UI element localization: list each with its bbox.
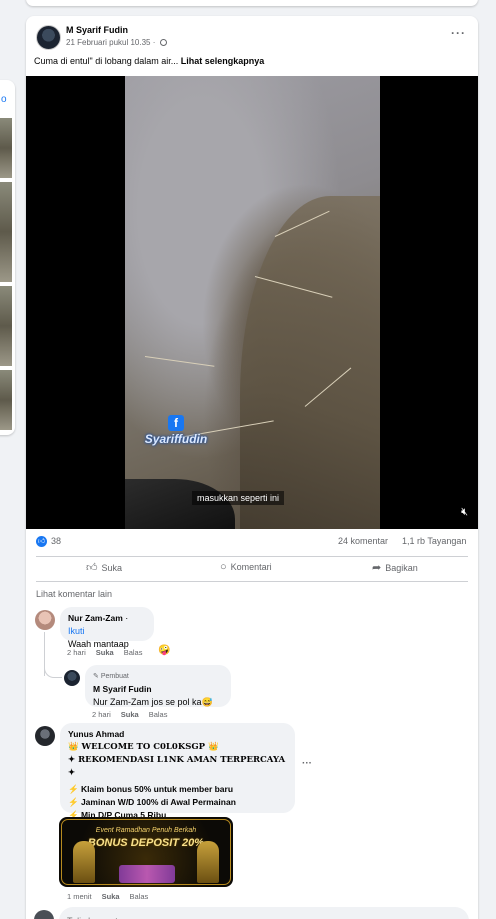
promo-gift-box (119, 865, 175, 883)
speech-bubble-icon: ○ (220, 561, 227, 573)
share-button[interactable]: ➦ Bagikan (372, 561, 418, 574)
comment-line: ✦ REKOMENDASI L1NK AMAN TERPERCAYA ✦ (68, 755, 286, 778)
author-badge: ✎ Pembuat (93, 673, 129, 680)
timestamp-text[interactable]: 21 Februari pukul 10.35 · (66, 38, 158, 47)
thumbnail-image[interactable] (0, 182, 12, 282)
post-header: M Syarif Fudin 21 Februari pukul 10.35 ·… (26, 16, 478, 56)
comment-reaction-icon[interactable]: 🤪 (158, 645, 170, 656)
author-badge-label: Pembuat (100, 673, 129, 680)
promo-figure (73, 841, 95, 883)
commenter-avatar[interactable] (35, 610, 55, 630)
comment-button[interactable]: ○ Komentari (220, 561, 272, 573)
thread-connector (44, 668, 62, 678)
comment-like-button[interactable]: Suka (102, 892, 120, 901)
reply-like-button[interactable]: Suka (121, 710, 139, 719)
like-button[interactable]: 👍︎ Suka (86, 561, 122, 574)
facebook-icon: f (168, 415, 184, 431)
comment-reply-button[interactable]: Balas (124, 648, 143, 657)
author-name[interactable]: M Syarif Fudin (66, 25, 128, 35)
thumbnail-image[interactable] (0, 118, 12, 178)
comment-bubble: Nur Zam-Zam · Ikuti Waah mantaap (60, 607, 154, 649)
comment-composer (26, 903, 478, 919)
comment-actions: 2 hari Suka Balas (67, 648, 142, 657)
comment-count[interactable]: 24 komentar (338, 536, 388, 546)
comment-header: Nur Zam-Zam · Ikuti (68, 613, 129, 636)
share-label: Bagikan (385, 562, 418, 573)
grass-stick (144, 356, 215, 367)
mute-icon[interactable]: 🔇︎ (461, 506, 468, 519)
author-avatar[interactable] (36, 25, 61, 50)
thumbs-up-icon: 👍︎ (86, 562, 98, 574)
video-player[interactable]: f Syariffudin masukkan seperti ini 🔇︎ (26, 76, 478, 529)
mud-bank (240, 196, 380, 529)
see-more-link[interactable]: Lihat selengkapnya (181, 56, 265, 66)
link-fragment: o (1, 94, 7, 105)
reply-text: Nur Zam-Zam jos se pol ka😅 (93, 697, 213, 707)
comment-line: ⚡ Klaim bonus 50% untuk member baru (68, 784, 234, 794)
current-user-avatar (34, 910, 54, 919)
commenter-avatar[interactable] (35, 726, 55, 746)
comment-time[interactable]: 1 menit (67, 892, 92, 901)
reply-bubble: ✎ Pembuat M Syarif Fudin Nur Zam-Zam jos… (85, 665, 231, 707)
video-subtitle: masukkan seperti ini (192, 491, 285, 505)
more-options-icon[interactable]: ··· (451, 26, 466, 40)
follow-link[interactable]: Ikuti (68, 626, 85, 636)
reply-actions: 2 hari Suka Balas (92, 710, 167, 719)
post-timestamp[interactable]: 21 Februari pukul 10.35 · (66, 38, 167, 47)
promo-figure (197, 841, 219, 883)
comment-bubble: Yunus Ahmad 👑 WELCOME TO C0L0KSGP 👑 ✦ RE… (60, 723, 295, 820)
post-actions-bar: 👍︎ Suka ○ Komentari ➦ Bagikan (36, 556, 468, 582)
post-card: M Syarif Fudin 21 Februari pukul 10.35 ·… (26, 16, 478, 919)
view-count: 1,1 rb Tayangan (402, 536, 467, 546)
share-arrow-icon: ➦ (372, 562, 382, 574)
like-reaction-icon[interactable]: 👍︎ (36, 536, 47, 547)
reply-author-name[interactable]: M Syarif Fudin (93, 683, 223, 696)
thumbnail-image[interactable] (0, 370, 12, 430)
reply-author-avatar[interactable] (64, 670, 80, 686)
comment-label: Komentari (230, 562, 272, 572)
comment-like-button[interactable]: Suka (96, 648, 114, 657)
adjacent-card: o (0, 80, 15, 435)
like-count[interactable]: 38 (51, 536, 61, 546)
comment-reply-button[interactable]: Balas (130, 892, 149, 901)
video-watermark: f Syariffudin (136, 414, 216, 454)
promo-subtitle: Event Ramadhan Penuh Berkah (95, 827, 197, 834)
like-label: Suka (101, 562, 123, 573)
reply-time[interactable]: 2 hari (92, 710, 111, 719)
globe-icon (159, 39, 167, 47)
video-frame (125, 76, 380, 529)
comment-actions: 1 menit Suka Balas (67, 892, 148, 901)
watermark-name: Syariffudin (144, 432, 208, 446)
caption-text: Cuma di entul" di lobang dalam air... (34, 56, 181, 66)
previous-card-edge (26, 0, 478, 6)
comment-attachment-image[interactable]: Event Ramadhan Penuh Berkah BONUS DEPOSI… (59, 817, 233, 887)
comment-input[interactable] (59, 907, 469, 919)
see-more-comments-link[interactable]: Lihat komentar lain (36, 589, 112, 599)
reply-reply-button[interactable]: Balas (149, 710, 168, 719)
comment-more-icon[interactable]: ··· (302, 758, 312, 769)
commenter-name[interactable]: Yunus Ahmad (68, 728, 287, 741)
thumbnail-image[interactable] (0, 286, 12, 366)
comment-line: 👑 WELCOME TO C0L0KSGP 👑 (68, 742, 219, 752)
post-stats: 👍︎ 38 24 komentar 1,1 rb Tayangan (26, 534, 478, 550)
comment-time[interactable]: 2 hari (67, 648, 86, 657)
post-caption: Cuma di entul" di lobang dalam air... Li… (34, 56, 264, 66)
commenter-name[interactable]: Nur Zam-Zam (68, 613, 123, 623)
comment-line: ⚡ Jaminan W/D 100% di Awal Permainan (68, 797, 236, 807)
